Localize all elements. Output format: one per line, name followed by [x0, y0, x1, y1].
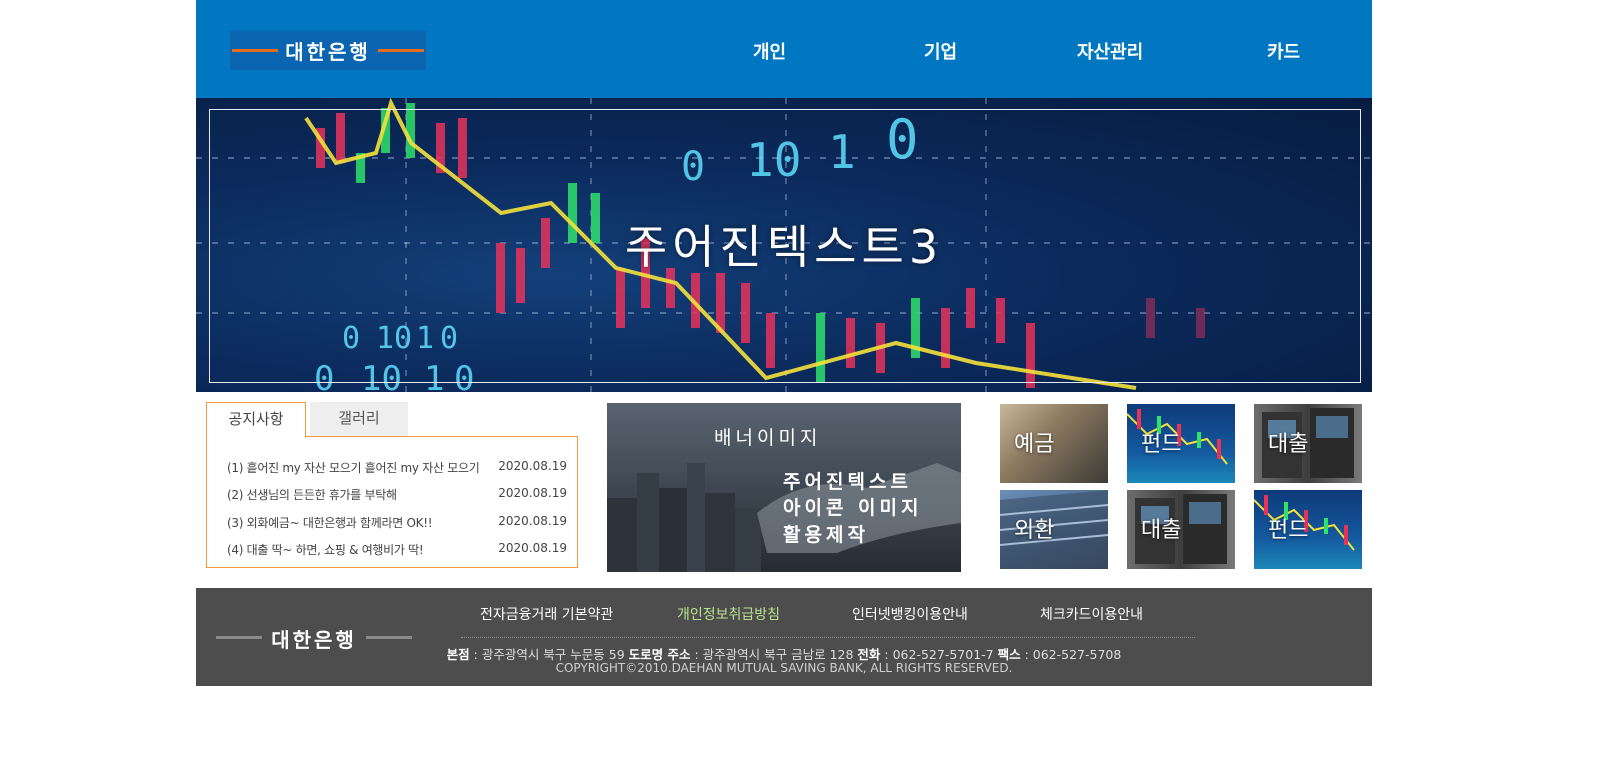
logo-bar-right	[378, 49, 424, 52]
tile-deposit[interactable]: 예금	[1000, 404, 1108, 483]
notice-date: 2020.08.19	[498, 486, 567, 500]
main-nav: 개인 기업 자산관리 카드	[686, 0, 1366, 98]
tile-label: 대출	[1141, 518, 1182, 543]
notice-title: (3) 외화예금~ 대한은행과 함께라면 OK!!	[227, 516, 433, 530]
hero-banner: 0 10 1 0 0 10 1 0 0 10 1 0 주어진텍스트3	[196, 98, 1372, 392]
promo-banner[interactable]: 배너이미지 주어진텍스트 아이콘 이미지 활용제작	[607, 403, 961, 572]
nav-item-personal[interactable]: 개인	[753, 38, 786, 64]
banner-line: 주어진텍스트	[783, 471, 912, 493]
logo-text: 대한은행	[285, 40, 371, 64]
nav-item-card[interactable]: 카드	[1267, 38, 1300, 64]
addr-value: : 062-527-5708	[1020, 647, 1122, 662]
addr-value: : 광주광역시 북구 금남로 128	[690, 647, 858, 662]
footer-divider	[461, 637, 1195, 638]
logo-bar-left	[232, 49, 278, 52]
tile-fund[interactable]: 펀드	[1127, 404, 1235, 483]
tile-loan[interactable]: 대출	[1254, 404, 1362, 483]
tile-loan-2[interactable]: 대출	[1127, 490, 1235, 569]
notice-title: (2) 선생님의 든든한 휴가를 부탁해	[227, 488, 397, 502]
notice-list: (1) 흩어진 my 자산 모으기 흩어진 my 자산 모으기 2020.08.…	[206, 436, 578, 568]
footer-logo-line	[216, 636, 262, 639]
tile-label: 외환	[1014, 518, 1055, 543]
tile-label: 펀드	[1268, 518, 1309, 543]
addr-label: 도로명 주소	[628, 647, 691, 662]
list-item[interactable]: (3) 외화예금~ 대한은행과 함께라면 OK!! 2020.08.19	[227, 514, 567, 534]
banner-line: 활용제작	[783, 524, 869, 546]
footer-link-terms[interactable]: 전자금융거래 기본약관	[480, 604, 613, 624]
footer-link-check-card[interactable]: 체크카드이용안내	[1040, 604, 1143, 624]
logo[interactable]: 대한은행	[230, 31, 426, 70]
addr-label: 전화	[857, 647, 881, 662]
footer: 대한은행 전자금융거래 기본약관 개인정보취급방침 인터넷뱅킹이용안내 체크카드…	[196, 588, 1372, 686]
addr-value: : 062-527-5701-7	[880, 647, 998, 662]
page: 대한은행 개인 기업 자산관리 카드 0 10 1 0 0 10 1 0 0 1…	[196, 0, 1372, 686]
hero-title: 주어진텍스트3	[624, 220, 944, 274]
copyright: COPYRIGHT©2010.DAEHAN MUTUAL SAVING BANK…	[555, 661, 1013, 675]
notice-title: (4) 대출 딱~ 하면, 쇼핑 & 여행비가 딱!	[227, 543, 424, 557]
banner-title: 배너이미지	[714, 427, 822, 449]
nav-item-business[interactable]: 기업	[924, 38, 957, 64]
tab-gallery[interactable]: 갤러리	[310, 402, 408, 437]
tile-fund-2[interactable]: 펀드	[1254, 490, 1362, 569]
tab-notice[interactable]: 공지사항	[206, 402, 306, 438]
tile-label: 대출	[1268, 432, 1309, 457]
addr-label: 팩스	[997, 647, 1021, 662]
addr-value: : 광주광역시 북구 누문동 59	[469, 647, 629, 662]
banner-line: 아이콘 이미지	[783, 497, 923, 519]
list-item[interactable]: (1) 흩어진 my 자산 모으기 흩어진 my 자산 모으기 2020.08.…	[227, 459, 567, 479]
footer-link-internet-banking[interactable]: 인터넷뱅킹이용안내	[852, 604, 968, 624]
tile-label: 예금	[1014, 432, 1055, 457]
notice-date: 2020.08.19	[498, 514, 567, 528]
notice-title: (1) 흩어진 my 자산 모으기 흩어진 my 자산 모으기	[227, 461, 480, 475]
list-item[interactable]: (4) 대출 딱~ 하면, 쇼핑 & 여행비가 딱! 2020.08.19	[227, 541, 567, 561]
footer-logo-line	[366, 636, 412, 639]
addr-label: 본점	[446, 647, 470, 662]
notice-board: 공지사항 갤러리 (1) 흩어진 my 자산 모으기 흩어진 my 자산 모으기…	[206, 402, 578, 568]
nav-item-asset-management[interactable]: 자산관리	[1077, 38, 1143, 64]
footer-link-privacy[interactable]: 개인정보취급방침	[677, 604, 780, 624]
notice-date: 2020.08.19	[498, 459, 567, 473]
header: 대한은행 개인 기업 자산관리 카드	[196, 0, 1372, 98]
notice-date: 2020.08.19	[498, 541, 567, 555]
tile-exchange[interactable]: 외환	[1000, 490, 1108, 569]
list-item[interactable]: (2) 선생님의 든든한 휴가를 부탁해 2020.08.19	[227, 486, 567, 506]
tile-label: 펀드	[1141, 432, 1182, 457]
